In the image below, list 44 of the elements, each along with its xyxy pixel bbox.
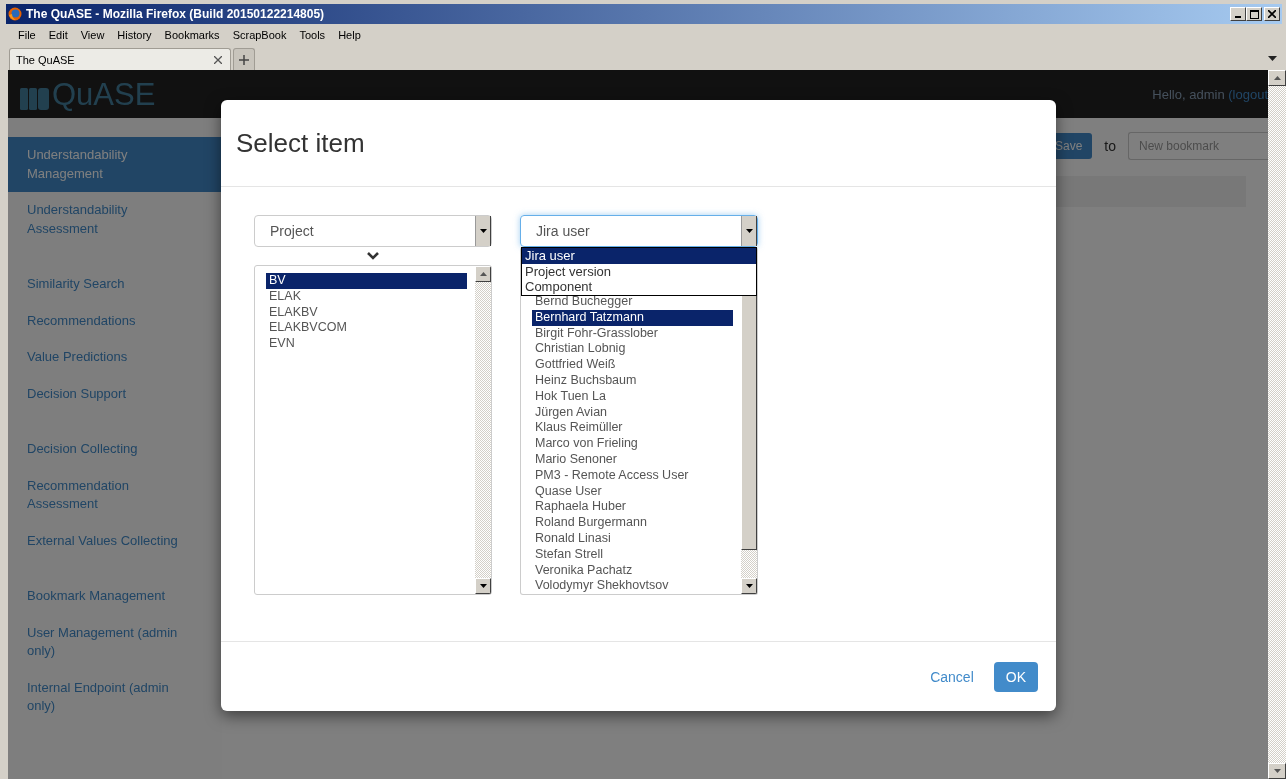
dialog-title: Select item bbox=[236, 127, 365, 159]
list-item[interactable]: Bernd Buchegger bbox=[532, 294, 733, 310]
menu-item[interactable]: History bbox=[111, 29, 159, 41]
menu-item[interactable]: View bbox=[74, 29, 112, 41]
list-item[interactable]: ELAK bbox=[266, 288, 467, 305]
menu-item[interactable]: File bbox=[12, 29, 43, 41]
browser-tab[interactable]: The QuASE bbox=[9, 48, 231, 70]
menu-item[interactable]: Edit bbox=[42, 29, 75, 41]
list-item[interactable]: Jürgen Avian bbox=[532, 404, 733, 421]
type-select[interactable]: Project bbox=[254, 215, 492, 247]
list-item[interactable]: Quase User bbox=[532, 483, 733, 500]
cancel-button[interactable]: Cancel bbox=[930, 662, 974, 691]
list-item[interactable]: Volodymyr Shekhovtsov bbox=[532, 578, 733, 594]
list-item[interactable]: Gottfried Weiß bbox=[532, 357, 733, 373]
list-item[interactable]: Ronald Linasi bbox=[532, 530, 733, 547]
list-item[interactable]: Christian Lobnig bbox=[532, 341, 733, 358]
menu-item[interactable]: Help bbox=[332, 29, 368, 41]
list-item[interactable]: Veronika Pachatz bbox=[532, 562, 733, 579]
list-item[interactable]: Roland Burgermann bbox=[532, 515, 733, 531]
list-item[interactable]: BV bbox=[266, 273, 467, 289]
dropdown-option[interactable]: Jira user bbox=[522, 248, 756, 264]
dropdown-option[interactable]: Component bbox=[522, 279, 756, 295]
to-label: to bbox=[1104, 138, 1116, 154]
list-item[interactable]: Hok Tuen La bbox=[532, 388, 733, 405]
list-item[interactable]: Heinz Buchsbaum bbox=[532, 373, 733, 389]
list-item[interactable]: Stefan Strell bbox=[532, 546, 733, 563]
ok-button[interactable]: OK bbox=[993, 661, 1038, 692]
window-title: The QuASE - Mozilla Firefox (Build 20150122214805) bbox=[26, 7, 325, 21]
list-item[interactable]: Klaus Reimüller bbox=[532, 420, 733, 437]
menu-item[interactable]: ScrapBook bbox=[226, 29, 294, 41]
list-item[interactable]: PM3 - Remote Access User bbox=[532, 467, 733, 484]
list-item[interactable]: Bernhard Tatzmann bbox=[532, 309, 733, 326]
list-item[interactable]: Raphaela Huber bbox=[532, 499, 733, 516]
list-item[interactable]: ELAKBV bbox=[266, 304, 467, 321]
logo-text: QuASE bbox=[52, 78, 156, 110]
list-item[interactable]: Marco von Frieling bbox=[532, 436, 733, 452]
list-item[interactable]: Mario Senoner bbox=[532, 451, 733, 468]
greeting-text: Hello, admin bbox=[1152, 86, 1225, 102]
dropdown-option[interactable]: Project version bbox=[522, 263, 756, 279]
list-item[interactable]: Birgit Fohr-Grasslober bbox=[532, 325, 733, 342]
menu-item[interactable]: Tools bbox=[293, 29, 333, 41]
list-item[interactable]: EVN bbox=[266, 336, 467, 352]
list-item[interactable]: ELAKBVCOM bbox=[266, 320, 467, 337]
menu-item[interactable]: Bookmarks bbox=[158, 29, 227, 41]
